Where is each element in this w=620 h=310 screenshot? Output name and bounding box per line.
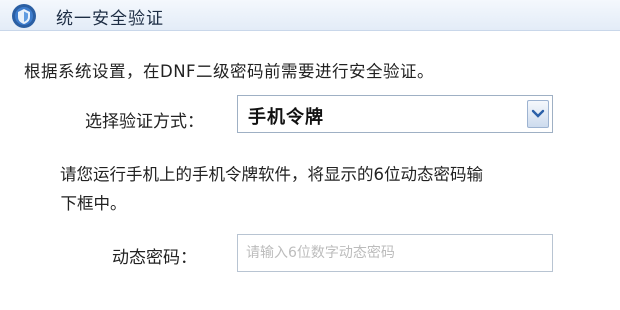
dropdown-button[interactable] (527, 100, 549, 128)
method-label: 选择验证方式： (85, 112, 204, 132)
shield-icon (10, 3, 38, 29)
instructions-line-1: 请您运行手机上的手机令牌软件，将显示的6位动态密码输 (60, 165, 483, 184)
window-title: 统一安全验证 (56, 9, 164, 29)
instructions-line-2: 入下框中。 (60, 194, 127, 213)
chevron-down-icon (531, 109, 545, 118)
select-value: 手机令牌 (248, 107, 324, 128)
password-label: 动态密码： (112, 248, 197, 268)
verification-method-select[interactable]: 手机令牌 (237, 95, 553, 133)
instructions: 请您运行手机上的手机令牌软件，将显示的6位动态密码输 入下框中。 (60, 160, 620, 220)
dynamic-password-input[interactable] (237, 234, 553, 272)
title-bar: 统一安全验证 (0, 0, 620, 31)
intro-text: 根据系统设置，在DNF二级密码前需要进行安全验证。 (24, 62, 435, 81)
